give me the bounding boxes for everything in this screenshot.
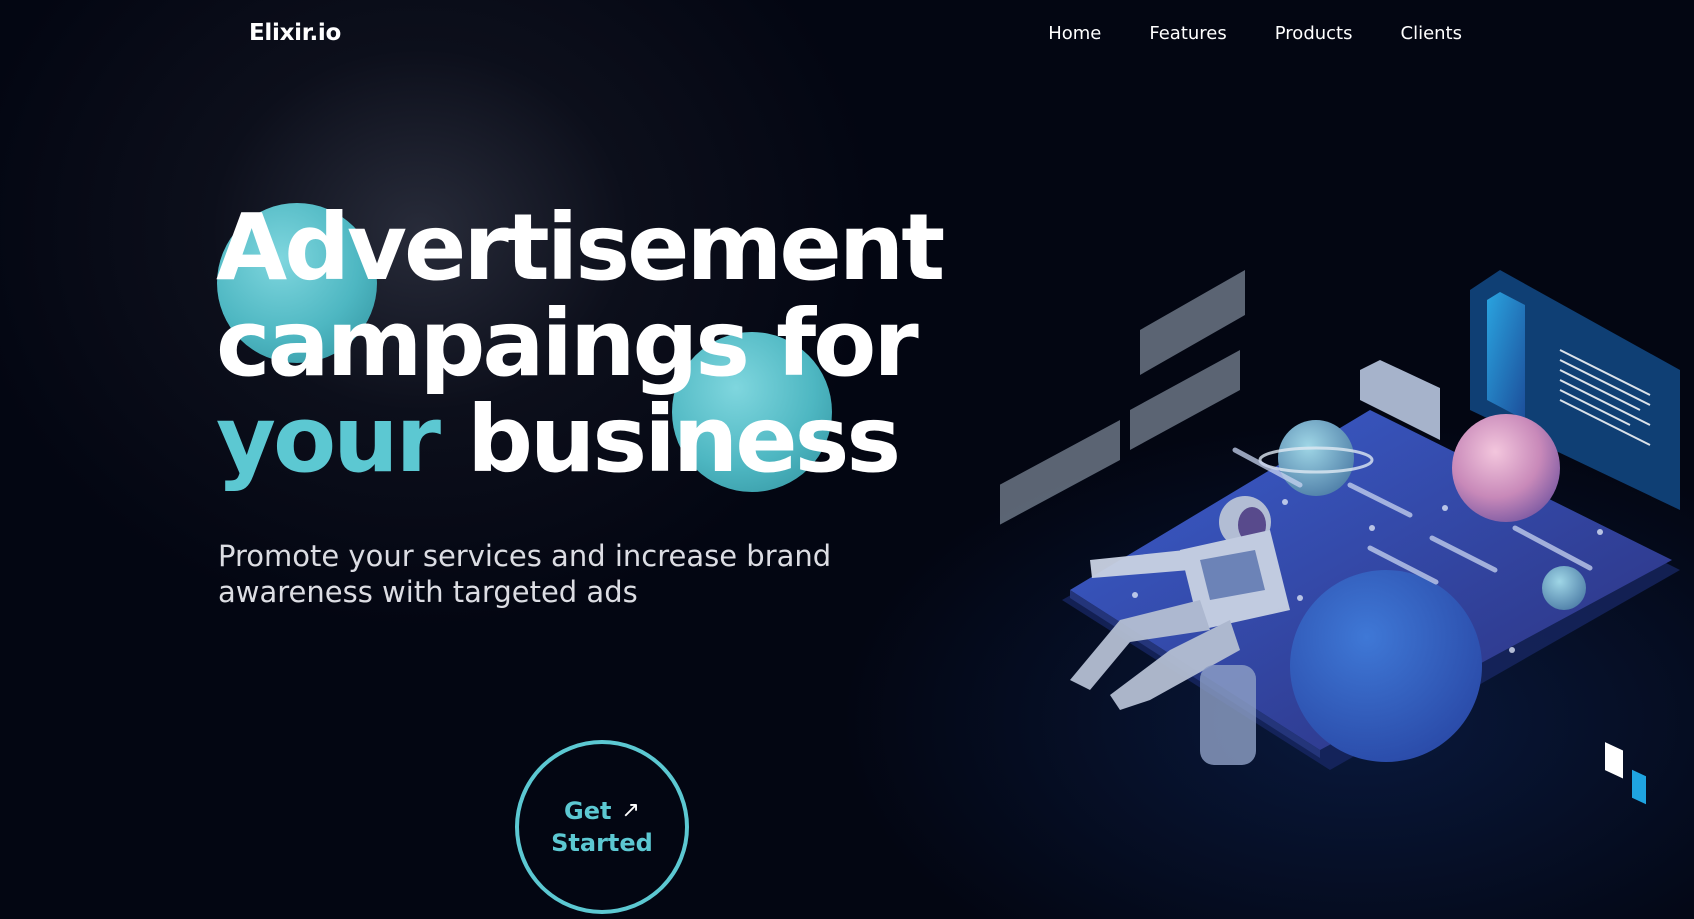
nav-item-products[interactable]: Products xyxy=(1275,23,1353,44)
nav-item-clients[interactable]: Clients xyxy=(1401,23,1463,44)
pink-planet xyxy=(1452,414,1560,522)
headline-line-1: Advertisement xyxy=(216,194,945,301)
get-started-button[interactable]: Get ↗ Started xyxy=(515,740,689,914)
hero-subtitle: Promote your services and increase brand… xyxy=(218,538,918,610)
hero-headline: Advertisement campaings for your busines… xyxy=(216,194,945,488)
headline-rest: business xyxy=(467,386,901,493)
headline-line-3: your business xyxy=(216,392,942,488)
blue-planet xyxy=(1290,570,1482,762)
logo[interactable]: Elixir.io xyxy=(249,20,341,46)
nav-item-home[interactable]: Home xyxy=(1048,23,1101,44)
headline-accent: your xyxy=(216,386,441,493)
subtitle-line-2: awareness with targeted ads xyxy=(218,575,638,609)
small-planet xyxy=(1278,420,1354,496)
cta-label-line-2: Started xyxy=(551,829,653,857)
cta-label-line-1: Get xyxy=(564,797,612,825)
main-nav: Home Features Products Clients xyxy=(1048,23,1462,44)
arrow-up-right-icon: ↗ xyxy=(621,798,640,823)
headline-line-2: campaings for xyxy=(216,290,919,397)
landing-page: Elixir.io Home Features Products Clients… xyxy=(0,0,1694,919)
nav-item-features[interactable]: Features xyxy=(1149,23,1226,44)
astronaut-isometric-illustration xyxy=(1000,270,1680,805)
subtitle-line-1: Promote your services and increase brand xyxy=(218,539,832,573)
